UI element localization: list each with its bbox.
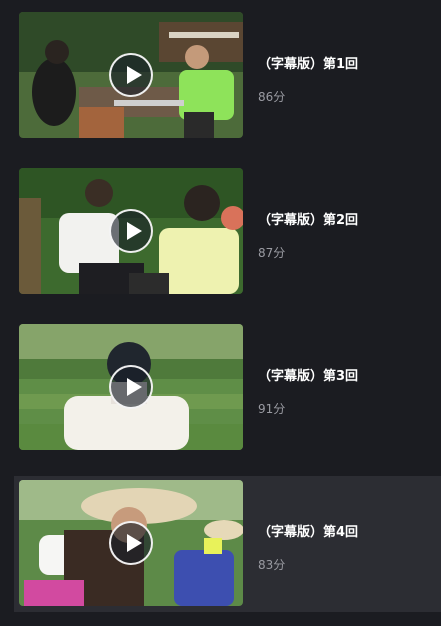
- episode-thumbnail[interactable]: [19, 12, 243, 138]
- episode-title[interactable]: （字幕版）第2回: [258, 209, 358, 228]
- episode-duration: 86分: [258, 90, 286, 104]
- episode-thumbnail[interactable]: [19, 324, 243, 450]
- episode-item-3[interactable]: （字幕版）第3回 91分: [0, 312, 441, 450]
- play-icon[interactable]: [109, 521, 153, 565]
- episode-thumbnail[interactable]: [19, 480, 243, 606]
- episode-title[interactable]: （字幕版）第3回: [258, 365, 358, 384]
- episode-title[interactable]: （字幕版）第4回: [258, 521, 358, 540]
- episode-title[interactable]: （字幕版）第1回: [258, 53, 358, 72]
- episode-duration: 83分: [258, 558, 286, 572]
- episode-duration: 87分: [258, 246, 286, 260]
- episode-duration: 91分: [258, 402, 286, 416]
- play-icon[interactable]: [109, 209, 153, 253]
- episode-item-1[interactable]: （字幕版）第1回 86分: [0, 0, 441, 138]
- play-icon[interactable]: [109, 365, 153, 409]
- episode-item-2[interactable]: （字幕版）第2回 87分: [0, 156, 441, 294]
- episode-thumbnail[interactable]: [19, 168, 243, 294]
- play-icon[interactable]: [109, 53, 153, 97]
- episode-list: （字幕版）第1回 86分 （字幕版）第2回 87分 （字幕版）第3回 91分 （…: [0, 0, 441, 626]
- episode-item-4[interactable]: （字幕版）第4回 83分: [14, 476, 441, 612]
